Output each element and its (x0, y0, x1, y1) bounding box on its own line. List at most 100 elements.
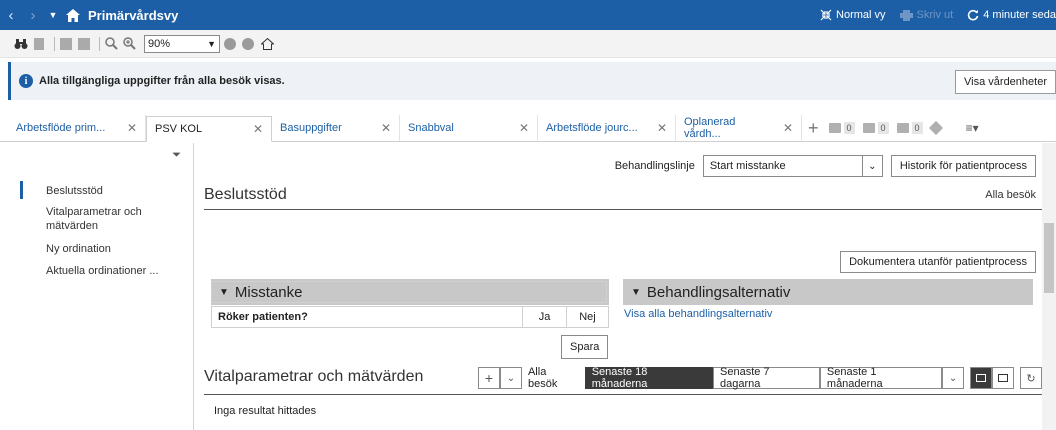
record-icon[interactable] (224, 37, 236, 50)
sidebar-item-new-order[interactable]: Ny ordination (46, 242, 186, 256)
view-title: Primärvårdsvy (88, 7, 179, 23)
chevron-down-icon: ▼ (207, 38, 216, 49)
messages-badge[interactable]: 0 (862, 122, 889, 134)
close-icon[interactable]: ✕ (253, 122, 263, 136)
home-icon[interactable] (62, 8, 84, 22)
period-18-months[interactable]: Senaste 18 månaderna (584, 366, 713, 390)
show-all-treatments-link[interactable]: Visa alla behandlingsalternativ (624, 308, 772, 320)
scrollbar[interactable] (1042, 143, 1056, 430)
inbox-count: 0 (911, 122, 923, 134)
tab-label: Arbetsflöde jourc... (546, 122, 638, 134)
refresh-icon[interactable]: ↻ (1020, 367, 1043, 389)
zoom-value: 90% (148, 37, 171, 50)
smoking-question: Röker patienten? (218, 311, 308, 323)
table-view-icon[interactable] (970, 367, 993, 389)
tab-unplanned-care[interactable]: Oplanerad vårdh... ✕ (676, 115, 802, 141)
close-icon[interactable]: ✕ (127, 121, 137, 135)
refresh-icon (968, 9, 979, 21)
sidebar-item-vitals[interactable]: Vitalparametrar och mätvärden (46, 205, 176, 233)
period-7-days[interactable]: Senaste 7 dagarna (713, 366, 820, 390)
notification-count: 0 (843, 122, 855, 134)
answer-yes[interactable]: Ja (522, 307, 566, 327)
printer-icon (899, 9, 913, 21)
notifications-badge[interactable]: 0 (828, 122, 855, 134)
inbox-icon (896, 123, 909, 133)
tab-basic-data[interactable]: Basuppgifter ✕ (272, 115, 400, 141)
history-dropdown-icon[interactable]: ▼ (44, 10, 62, 20)
save-button[interactable]: Spara (561, 335, 609, 359)
print-button[interactable]: Skriv ut (899, 9, 954, 21)
zoom-out-icon[interactable] (104, 37, 118, 51)
sidebar: ⏷ Beslutsstöd Vitalparametrar och mätvär… (0, 143, 194, 430)
collapse-triangle-icon: ▼ (631, 286, 641, 298)
collapse-icon (820, 9, 832, 21)
menu-icon[interactable]: ≡▾ (966, 121, 979, 135)
decision-all-visits: Alla besök (985, 189, 1036, 201)
close-icon[interactable]: ✕ (657, 121, 667, 135)
divider (204, 209, 1042, 210)
toolbar: 90% ▼ (0, 30, 1056, 58)
chevron-down-icon[interactable]: ⌄ (942, 367, 965, 389)
tag-icon[interactable] (928, 120, 944, 136)
pin-icon[interactable]: ⏷ (172, 149, 181, 162)
binoculars-icon[interactable] (14, 37, 28, 51)
document-outside-process-button[interactable]: Dokumentera utanför patientprocess (840, 251, 1036, 273)
toolbar-divider (99, 36, 100, 51)
tab-workflow-emergency[interactable]: Arbetsflöde jourc... ✕ (538, 115, 676, 141)
bell-icon (828, 123, 841, 133)
print-label: Skriv ut (916, 9, 954, 21)
normal-view-label: Normal vy (836, 9, 886, 21)
inbox-badge[interactable]: 0 (896, 122, 923, 134)
stop-icon[interactable] (242, 37, 254, 50)
tab-label: Arbetsflöde prim... (16, 122, 106, 134)
title-bar: ‹ › ▼ Primärvårdsvy Normal vy Skriv ut 4… (0, 0, 1056, 30)
tab-label: Basuppgifter (280, 122, 342, 134)
treatment-line-select[interactable]: Start misstanke ⌄ (702, 155, 883, 177)
no-results-text: Inga resultat hittades (214, 405, 317, 417)
tab-label: PSV KOL (155, 123, 203, 135)
tab-bar: Arbetsflöde prim... ✕ PSV KOL ✕ Basuppgift… (0, 114, 1056, 142)
treatment-panel-header[interactable]: ▼ Behandlingsalternativ (623, 279, 1033, 305)
period-1-month[interactable]: Senaste 1 månaderna (819, 366, 943, 390)
close-icon[interactable]: ✕ (381, 121, 391, 135)
tab-psv-kol[interactable]: PSV KOL ✕ (146, 116, 272, 142)
close-icon[interactable]: ✕ (783, 121, 793, 135)
sidebar-item-decision-support[interactable]: Beslutsstöd (46, 184, 186, 198)
tab-label: Snabbval (408, 122, 454, 134)
message-count: 0 (877, 122, 889, 134)
main-content: Behandlingslinje Start misstanke ⌄ Histo… (195, 143, 1043, 430)
question-row: Röker patienten? Ja Nej (211, 306, 609, 328)
show-care-units-button[interactable]: Visa vårdenheter (955, 70, 1056, 94)
refresh-label: 4 minuter seda (983, 9, 1056, 21)
tab-workflow-primary[interactable]: Arbetsflöde prim... ✕ (8, 115, 146, 141)
page-setup-icon[interactable] (77, 37, 91, 51)
sidebar-item-current-orders[interactable]: Aktuella ordinationer ... (46, 264, 186, 278)
add-tab-icon[interactable]: + (808, 118, 819, 139)
patient-process-history-button[interactable]: Historik för patientprocess (890, 155, 1036, 177)
active-indicator (20, 181, 23, 199)
chevron-down-icon: ⌄ (861, 156, 882, 176)
info-icon: i (19, 74, 33, 88)
close-icon[interactable]: ✕ (519, 121, 529, 135)
decision-support-title: Beslutsstöd (204, 186, 287, 203)
zoom-in-icon[interactable] (122, 37, 136, 51)
add-icon[interactable]: + (478, 367, 500, 389)
toolbar-divider (54, 36, 55, 51)
back-arrow-icon[interactable]: ‹ (0, 7, 22, 24)
treatment-line-value: Start misstanke (709, 160, 786, 172)
home-outline-icon[interactable] (260, 37, 274, 51)
print-preview-icon[interactable] (59, 37, 73, 51)
vitals-all-visits[interactable]: Alla besök (528, 366, 579, 390)
forward-arrow-icon[interactable]: › (22, 7, 44, 24)
normal-view-button[interactable]: Normal vy (820, 9, 886, 21)
tab-label: Oplanerad vårdh... (684, 116, 736, 140)
question-row (211, 281, 607, 303)
scrollbar-thumb[interactable] (1044, 223, 1054, 293)
refresh-button[interactable]: 4 minuter seda (967, 9, 1056, 21)
chart-view-icon[interactable] (992, 367, 1015, 389)
zoom-select[interactable]: 90% ▼ (144, 34, 220, 53)
document-icon[interactable] (32, 37, 46, 51)
tab-quick-select[interactable]: Snabbval ✕ (400, 115, 538, 141)
chevron-down-icon[interactable]: ⌄ (499, 367, 522, 389)
answer-no[interactable]: Nej (566, 307, 608, 327)
